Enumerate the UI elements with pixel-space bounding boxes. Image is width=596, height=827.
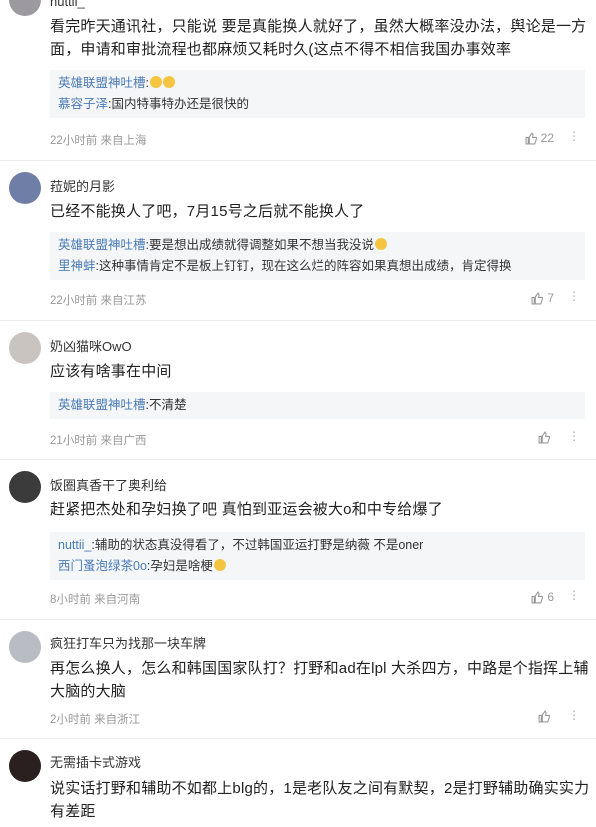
reply-item: 慕容子泽:国内特事特办还是很快的 xyxy=(58,97,250,111)
divider xyxy=(0,320,596,321)
avatar[interactable] xyxy=(9,471,41,503)
reply-item: 英雄联盟神吐槽:不清楚 xyxy=(58,398,187,412)
thumbs-up-icon xyxy=(538,710,550,723)
reply-username[interactable]: 英雄联盟神吐槽 xyxy=(58,238,146,252)
like-count: 7 xyxy=(547,291,554,305)
avatar[interactable] xyxy=(9,172,41,204)
comment-meta: 22小时前 来自江苏 xyxy=(50,295,147,307)
divider xyxy=(0,738,596,739)
avatar[interactable] xyxy=(9,0,41,16)
reply-username[interactable]: 里神蚌 xyxy=(58,259,96,273)
comment-text: 看完昨天通讯社，只能说 要是真能换人就好了，虽然大概率没办法，舆论是一方面，申请… xyxy=(50,18,587,58)
reply-username[interactable]: 慕容子泽 xyxy=(58,97,108,111)
reply-box[interactable]: nuttii_:辅助的状态真没得看了，不过韩国亚运打野是纳薇 不是oner 西门… xyxy=(50,532,585,580)
like-button[interactable]: 7 xyxy=(531,291,554,305)
thumbs-up-icon xyxy=(531,590,544,603)
like-button[interactable]: 22 xyxy=(525,131,554,145)
avatar[interactable] xyxy=(9,750,41,782)
like-count: 6 xyxy=(547,590,554,604)
comment-text: 赶紧把杰处和孕妇换了吧 真怕到亚运会被大o和中专给爆了 xyxy=(50,501,443,518)
reply-box[interactable]: 英雄联盟神吐槽: 慕容子泽:国内特事特办还是很快的 xyxy=(50,70,585,118)
like-button[interactable]: 6 xyxy=(531,590,554,604)
more-options-icon[interactable]: ⋮ xyxy=(568,708,580,722)
more-options-icon[interactable]: ⋮ xyxy=(568,289,580,303)
divider xyxy=(0,160,596,161)
like-button[interactable] xyxy=(538,710,554,723)
reply-item: 英雄联盟神吐槽:要是想出成绩就得调整如果不想当我没说 xyxy=(58,235,577,256)
thumbs-up-icon xyxy=(525,131,537,144)
avatar[interactable] xyxy=(9,332,41,364)
reply-item: 里神蚌:这种事情肯定不是板上钉钉，现在这么烂的阵容如果真想出成绩，肯定得换 xyxy=(58,259,512,273)
like-button[interactable] xyxy=(538,431,554,444)
comment-username[interactable]: 饭圈真香干了奥利给 xyxy=(50,475,167,494)
thumbs-up-icon xyxy=(531,291,544,304)
reply-item: 西门蚤泡绿茶0o:孕妇是啥梗 xyxy=(58,556,577,577)
comment-username[interactable]: 奶凶猫咪OwO xyxy=(50,336,132,355)
comment-meta: 2小时前 来自浙江 xyxy=(50,714,141,726)
reply-username[interactable]: nuttii_ xyxy=(58,538,91,552)
reply-box[interactable]: 英雄联盟神吐槽:要是想出成绩就得调整如果不想当我没说 里神蚌:这种事情肯定不是板… xyxy=(50,232,585,280)
like-count: 22 xyxy=(540,131,554,145)
reply-text: 这种事情肯定不是板上钉钉，现在这么烂的阵容如果真想出成绩，肯定得换 xyxy=(99,259,512,273)
emoji-icon xyxy=(163,76,175,88)
thumbs-up-icon xyxy=(538,431,550,444)
comment-username[interactable]: 疯狂打车只为找那一块车牌 xyxy=(50,633,206,652)
reply-text: 孕妇是啥梗 xyxy=(150,559,213,573)
more-options-icon[interactable]: ⋮ xyxy=(568,588,580,602)
reply-text: 辅助的状态真没得看了，不过韩国亚运打野是纳薇 不是oner xyxy=(94,538,424,552)
divider xyxy=(0,459,596,460)
emoji-icon xyxy=(213,559,226,571)
reply-item: nuttii_:辅助的状态真没得看了，不过韩国亚运打野是纳薇 不是oner xyxy=(58,538,424,552)
divider xyxy=(0,619,596,620)
reply-item: 英雄联盟神吐槽: xyxy=(58,73,577,94)
reply-text: 国内特事特办还是很快的 xyxy=(111,97,250,111)
comment-username[interactable]: 无需插卡式游戏 xyxy=(50,752,141,771)
reply-text: 不清楚 xyxy=(149,398,187,412)
emoji-icon xyxy=(375,238,388,250)
comment-text: 再怎么换人，怎么和韩国国家队打？打野和ad在lpl 大杀四方，中路是个指挥上辅大… xyxy=(50,660,589,700)
comment-meta: 22小时前 来自上海 xyxy=(50,135,147,147)
reply-box[interactable]: 英雄联盟神吐槽:不清楚 xyxy=(50,392,585,419)
emoji-icon xyxy=(150,76,162,88)
comment-text: 应该有啥事在中间 xyxy=(50,363,172,380)
comment-text: 已经不能换人了吧，7月15号之后就不能换人了 xyxy=(50,203,365,220)
reply-username[interactable]: 英雄联盟神吐槽 xyxy=(58,76,146,90)
more-options-icon[interactable]: ⋮ xyxy=(568,129,580,143)
reply-text: 要是想出成绩就得调整如果不想当我没说 xyxy=(149,238,375,252)
avatar[interactable] xyxy=(9,631,41,663)
more-options-icon[interactable]: ⋮ xyxy=(568,429,580,443)
comment-username[interactable]: 菈妮的月影 xyxy=(50,176,115,195)
reply-username[interactable]: 英雄联盟神吐槽 xyxy=(58,398,146,412)
comment-text: 说实话打野和辅助不如都上blg的，1是老队友之间有默契，2是打野辅助确实实力有差… xyxy=(50,780,590,820)
reply-username[interactable]: 西门蚤泡绿茶0o xyxy=(58,559,147,573)
comment-username[interactable]: nuttii_ xyxy=(50,0,85,9)
comment-meta: 8小时前 来自河南 xyxy=(50,594,141,606)
comment-meta: 21小时前 来自广西 xyxy=(50,435,147,447)
